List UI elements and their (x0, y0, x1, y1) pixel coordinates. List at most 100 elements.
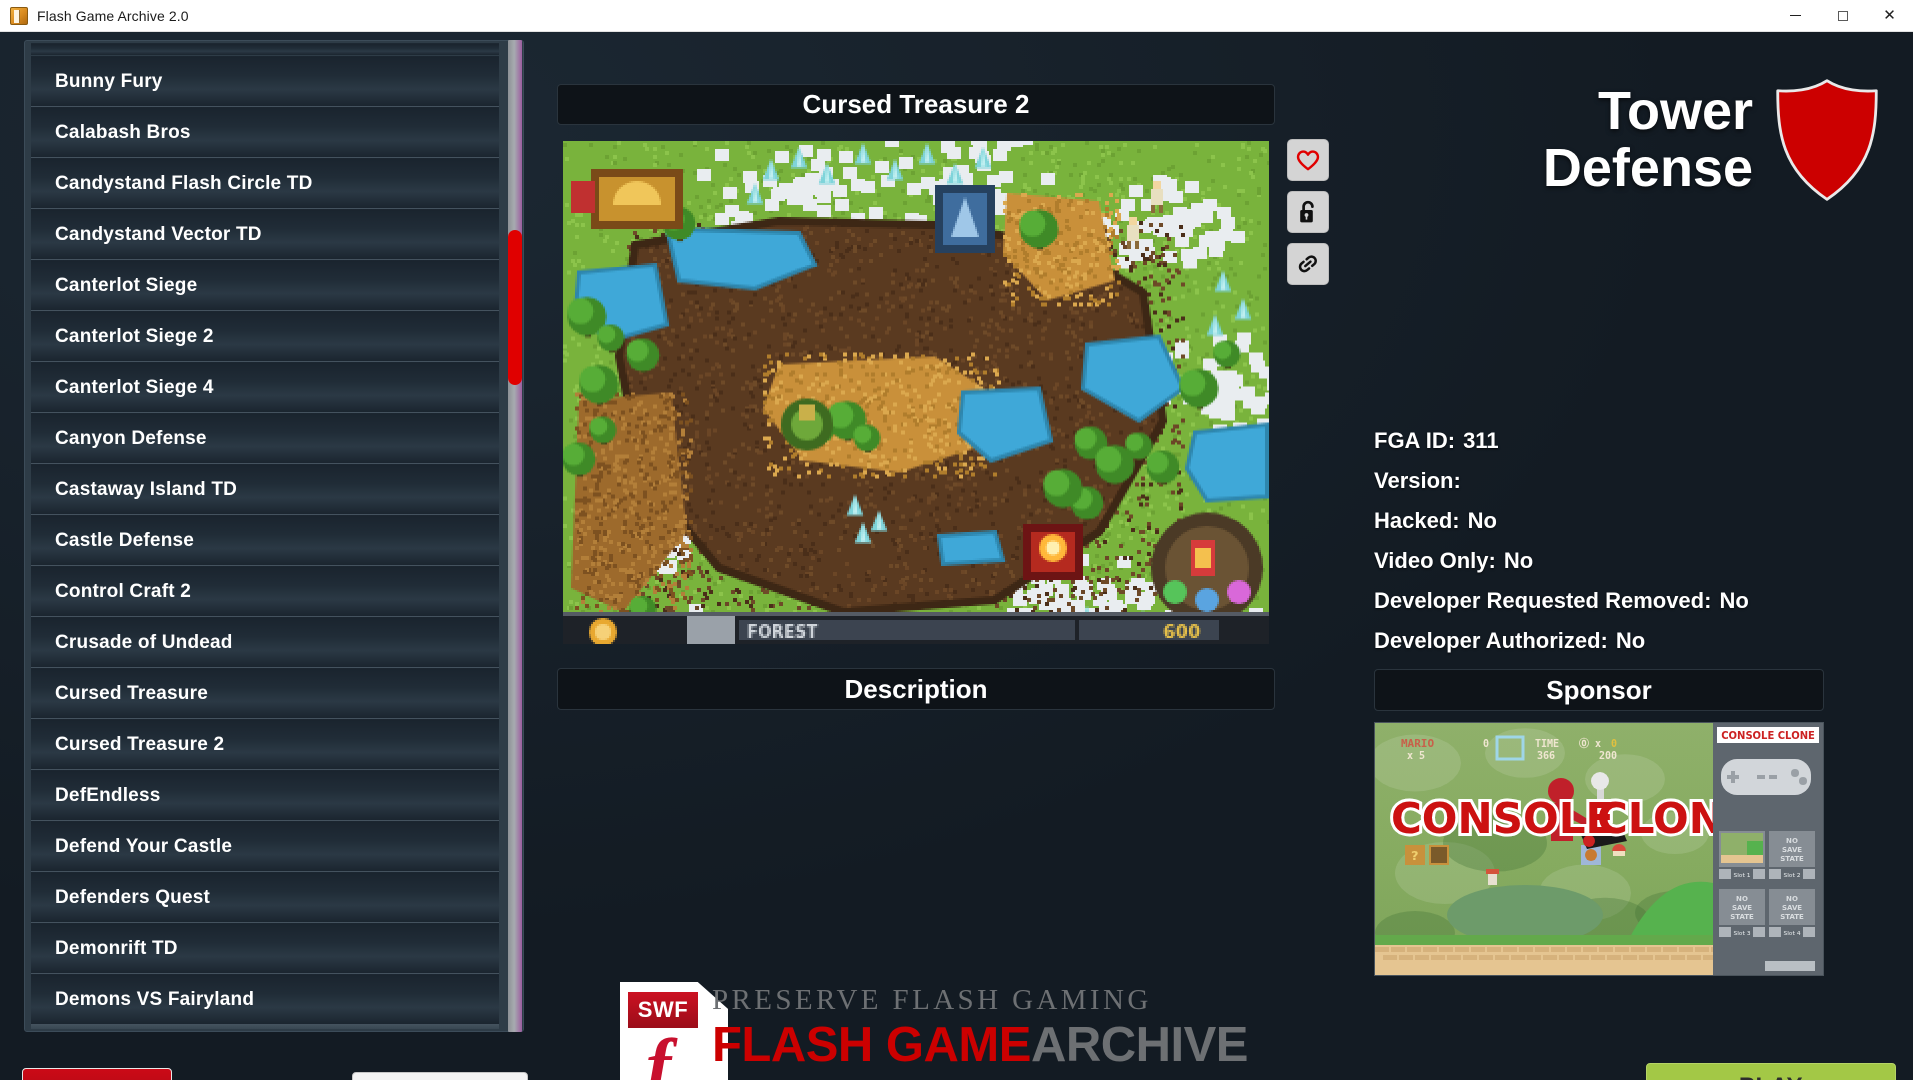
game-list[interactable]: Bunny Fury Calabash Bros Candystand Flash … (31, 43, 499, 1031)
list-item[interactable]: Castle Defense (31, 515, 499, 565)
metadata-row: Developer Requested Removed: No (1374, 581, 1894, 621)
metadata-value: No (1468, 508, 1497, 533)
metadata-row: Video Only: No (1374, 541, 1894, 581)
metadata-value: No (1504, 548, 1533, 573)
metadata-row: Hacked: No (1374, 501, 1894, 541)
metadata-label: Developer Requested Removed: (1374, 588, 1711, 613)
metadata-label: Version: (1374, 468, 1461, 493)
list-item-label: Cursed Treasure 2 (55, 734, 224, 756)
list-item-label: Bunny Fury (55, 71, 163, 93)
watermark-title: FLASH GAMEARCHIVE (712, 1017, 1248, 1073)
watermark-title-red: FLASH GAME (712, 1018, 1031, 1072)
padlock-open-icon (1297, 200, 1319, 225)
category-line-1: Tower (1543, 83, 1753, 140)
list-item[interactable]: Demons VS Fairyland (31, 974, 499, 1024)
metadata-label: FGA ID: (1374, 428, 1455, 453)
list-item[interactable]: Cursed Treasure 2 (31, 719, 499, 769)
category-banner: Tower Defense (1543, 77, 1883, 203)
description-header: Description (557, 668, 1275, 710)
list-item[interactable]: Bunny Fury (31, 56, 499, 106)
list-item-label: Control Craft 2 (55, 581, 191, 603)
heart-icon (1296, 149, 1320, 171)
close-button[interactable]: ✕ (1866, 0, 1913, 32)
list-item[interactable]: Defenders Quest (31, 872, 499, 922)
metadata-label: Hacked: (1374, 508, 1460, 533)
game-preview-image (563, 141, 1269, 644)
action-button-group (1287, 139, 1329, 285)
category-line-2: Defense (1543, 140, 1753, 197)
list-item-label: Defenders Quest (55, 887, 210, 909)
metadata-row: FGA ID: 311 (1374, 421, 1894, 461)
maximize-button[interactable] (1819, 0, 1866, 32)
list-item[interactable]: Castaway Island TD (31, 464, 499, 514)
list-item[interactable]: Canyon Defense (31, 413, 499, 463)
list-item[interactable]: Canterlot Siege 2 (31, 311, 499, 361)
shield-icon (1771, 77, 1883, 203)
swf-file-icon (620, 982, 728, 1080)
metadata-row: Developer Authorized: No (1374, 621, 1894, 661)
sponsor-header: Sponsor (1374, 669, 1824, 711)
list-item[interactable] (31, 43, 499, 55)
maximize-icon (1838, 11, 1848, 21)
window-title: Flash Game Archive 2.0 (37, 8, 189, 24)
list-item[interactable]: Candystand Flash Circle TD (31, 158, 499, 208)
list-item-label: Castle Defense (55, 530, 194, 552)
fga-watermark: SWF f PRESERVE FLASH GAMING FLASH GAMEAR… (620, 982, 1220, 1080)
unlock-button[interactable] (1287, 191, 1329, 233)
list-item[interactable]: Canterlot Siege 4 (31, 362, 499, 412)
scrollbar-thumb[interactable] (508, 230, 522, 385)
window-controls: ✕ (1772, 0, 1913, 32)
watermark-tagline: PRESERVE FLASH GAMING (712, 984, 1152, 1017)
metadata-value: No (1719, 588, 1748, 613)
list-item[interactable]: Canterlot Siege (31, 260, 499, 310)
favorite-button[interactable] (1287, 139, 1329, 181)
list-item[interactable]: Demonrift TD (31, 923, 499, 973)
metadata-value: No (1616, 628, 1645, 653)
metadata-label: Video Only: (1374, 548, 1496, 573)
list-item[interactable]: Candystand Vector TD (31, 209, 499, 259)
swf-tag-label: SWF (628, 992, 698, 1028)
flash-f-icon: f (646, 1034, 671, 1080)
list-item-label: Canyon Defense (55, 428, 207, 450)
list-item[interactable]: DefEndless (31, 770, 499, 820)
game-list-panel: Bunny Fury Calabash Bros Candystand Flash … (24, 40, 524, 1032)
list-item-label: Demons VS Fairyland (55, 989, 254, 1011)
list-item[interactable]: Calabash Bros (31, 107, 499, 157)
flash-version-select[interactable]: 13 (2014)* ▾ (352, 1072, 528, 1080)
link-button[interactable] (1287, 243, 1329, 285)
close-icon: ✕ (1883, 8, 1896, 23)
list-item-label: Candystand Vector TD (55, 224, 262, 246)
category-name: Tower Defense (1543, 83, 1753, 196)
list-item-label: Canterlot Siege (55, 275, 197, 297)
list-item[interactable]: Control Craft 2 (31, 566, 499, 616)
list-item-label: Defend Your Castle (55, 836, 232, 858)
list-item[interactable]: Defend Your Castle (31, 821, 499, 871)
list-item-label: Crusade of Undead (55, 632, 233, 654)
play-button[interactable]: PLAY (1646, 1063, 1896, 1080)
game-title-header: Cursed Treasure 2 (557, 84, 1275, 125)
list-item-label: Castaway Island TD (55, 479, 237, 501)
list-item-label: Canterlot Siege 2 (55, 326, 214, 348)
watermark-title-grey: ARCHIVE (1031, 1018, 1248, 1072)
list-item-label: DefEndless (55, 785, 160, 807)
list-item[interactable]: Cursed Treasure (31, 668, 499, 718)
app-icon (10, 7, 28, 25)
list-item-label: Canterlot Siege 4 (55, 377, 214, 399)
minimize-icon (1790, 15, 1801, 16)
sponsor-banner[interactable] (1374, 722, 1824, 976)
list-item-label: Cursed Treasure (55, 683, 208, 705)
game-list-scrollbar[interactable] (508, 40, 522, 1032)
game-metadata: FGA ID: 311 Version: Hacked: No Video Only: No… (1374, 421, 1894, 661)
chain-link-icon (1296, 252, 1320, 276)
metadata-label: Developer Authorized: (1374, 628, 1608, 653)
window-titlebar: Flash Game Archive 2.0 ✕ (0, 0, 1913, 32)
app-body: Bunny Fury Calabash Bros Candystand Flash … (0, 32, 1913, 1080)
metadata-row: Version: (1374, 461, 1894, 501)
back-button[interactable]: Back (22, 1068, 172, 1080)
metadata-value: 311 (1463, 428, 1499, 453)
list-item-label: Candystand Flash Circle TD (55, 173, 313, 195)
list-item[interactable]: Crusade of Undead (31, 617, 499, 667)
minimize-button[interactable] (1772, 0, 1819, 32)
list-item-label: Demonrift TD (55, 938, 178, 960)
list-item-label: Calabash Bros (55, 122, 191, 144)
